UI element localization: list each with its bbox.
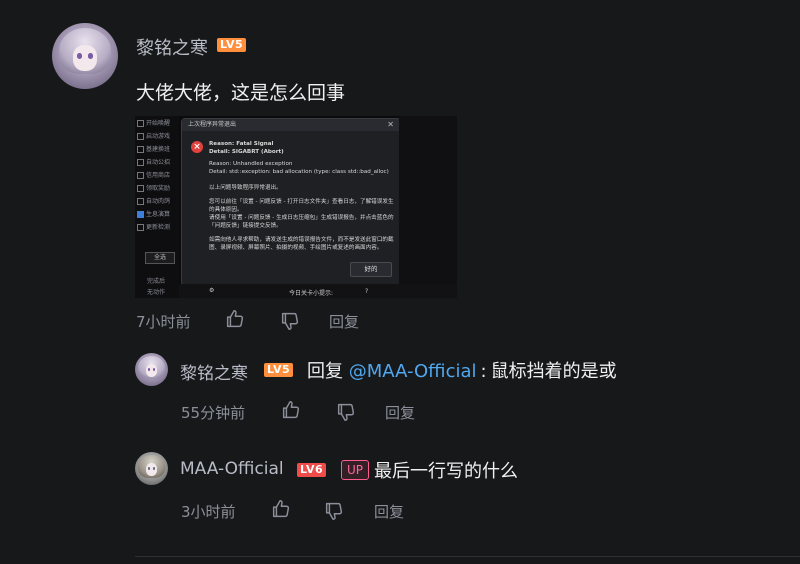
screen-sidebar: 开始唤醒 启动游戏 基建换班 自动公招 信用商店 领取奖励 自动肉鸽 生息演算 … [135, 116, 179, 298]
screen-bottom-bar: ⚙ 今日关卡小提示: ? [179, 284, 457, 298]
dialog-line: Reason: Fatal Signal [209, 141, 274, 147]
ok-button: 好的 [350, 262, 392, 277]
comment-time: 7小时前 [136, 313, 191, 331]
level-badge: LV5 [217, 38, 247, 52]
sidebar-item: 生息演算 [137, 209, 170, 219]
dialog-line: 您可以前往「设置 - 问题反馈 - 打开日志文件夹」查看日志，了解错误发生 [209, 199, 394, 205]
comment-username[interactable]: 黎铭之寒 [136, 34, 208, 60]
dislike-icon[interactable] [335, 401, 357, 423]
dialog-line: Detail: SIGABRT (Abort) [209, 149, 284, 155]
error-dialog: 上次程序异常退出 ✕ × Reason: Fatal Signal Detail… [181, 118, 401, 286]
sidebar-item: 基建换班 [137, 144, 170, 154]
reply-text: 回复 @MAA-Official: 鼠标挡着的是或 [307, 357, 617, 383]
comment-text: 大佬大佬，这是怎么回事 [136, 82, 346, 104]
sidebar-item: 更新检测 [137, 222, 170, 232]
reply-time: 3小时前 [181, 503, 236, 521]
dialog-line: Detail: std::exception: bad allocation (… [209, 169, 389, 175]
dialog-line: 图、录屏视频、屏幕照片、拍摄的视频、手绘图片或复述的画面内容。 [209, 245, 383, 251]
dialog-title: 上次程序异常退出 [182, 119, 400, 131]
reply-content: 鼠标挡着的是或 [490, 361, 617, 382]
sidebar-item: 领取奖励 [137, 183, 170, 193]
stage-tip-label: 今日关卡小提示: [289, 290, 334, 297]
reply-username[interactable]: 黎铭之寒 [180, 359, 248, 384]
reply-prefix: 回复 [307, 361, 343, 382]
reply-time: 55分钟前 [181, 404, 246, 422]
reply-button[interactable]: 回复 [374, 501, 404, 522]
level-badge: LV6 [297, 463, 327, 477]
dialog-line: 的具体原因。 [209, 207, 243, 213]
dislike-icon[interactable] [323, 500, 345, 522]
sidebar-bottom-label: 无动作 [147, 289, 166, 296]
dialog-line: Reason: Unhandled exception [209, 161, 293, 167]
sidebar-item: 信用商店 [137, 170, 170, 180]
gear-icon: ⚙ [209, 287, 215, 294]
avatar[interactable] [135, 353, 168, 386]
reply-text: 最后一行写的什么 [374, 461, 518, 482]
up-badge: UP [341, 460, 370, 480]
sidebar-item: 自动肉鸽 [137, 196, 170, 206]
screen-background [399, 116, 457, 298]
sidebar-item: 启动游戏 [137, 131, 170, 141]
select-all-button: 全选 [145, 252, 175, 264]
reply-button[interactable]: 回复 [385, 402, 415, 423]
close-icon: ✕ [387, 120, 394, 129]
comment-attached-image[interactable]: 开始唤醒 启动游戏 基建换班 自动公招 信用商店 领取奖励 自动肉鸽 生息演算 … [135, 116, 457, 298]
dialog-line: 请使用「设置 - 问题反馈 - 生成日志压缩包」生成错误报告，并点击蓝色的 [209, 215, 394, 221]
reply-separator: : [480, 361, 487, 382]
reply-username[interactable]: MAA-Official [180, 459, 284, 479]
dialog-line: 如需向他人寻求帮助，请发送生成的错误报告文件，而不是发送此窗口的截 [209, 237, 394, 243]
like-icon[interactable] [224, 308, 246, 330]
sidebar-bottom-label: 完成后 [147, 278, 166, 285]
level-badge: LV5 [264, 363, 294, 377]
dialog-line: 以上问题导致程序异常退出。 [209, 185, 282, 191]
divider [135, 556, 800, 557]
reply-button[interactable]: 回复 [329, 311, 359, 332]
error-icon: × [191, 141, 203, 153]
help-icon: ? [365, 288, 369, 295]
like-icon[interactable] [280, 399, 302, 421]
dialog-line: 「问题反馈」链接提交反馈。 [209, 223, 282, 229]
like-icon[interactable] [270, 498, 292, 520]
avatar[interactable] [135, 452, 168, 485]
dislike-icon[interactable] [279, 310, 301, 332]
sidebar-item: 开始唤醒 [137, 118, 170, 128]
mention-link[interactable]: @MAA-Official [349, 361, 477, 382]
sidebar-item: 自动公招 [137, 157, 170, 167]
avatar[interactable] [52, 23, 118, 89]
